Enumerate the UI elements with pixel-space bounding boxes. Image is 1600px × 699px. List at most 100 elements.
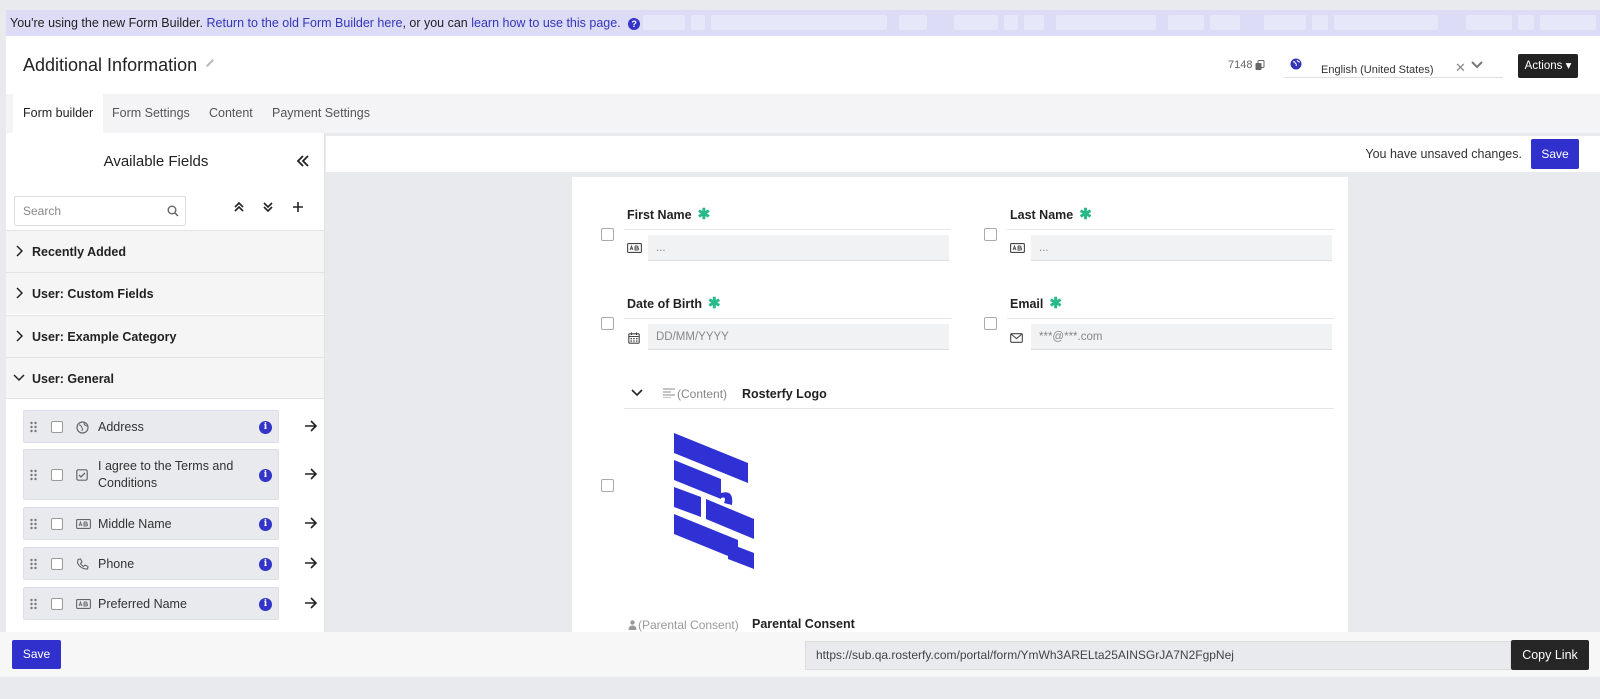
select-content-block-checkbox[interactable] <box>601 479 614 492</box>
add-to-form-arrow-icon[interactable] <box>304 468 318 480</box>
drag-handle-icon[interactable] <box>30 469 37 481</box>
tab-payment-settings[interactable]: Payment Settings <box>262 94 380 133</box>
banner-placeholder <box>1056 15 1156 30</box>
form-id-value: 7148 <box>1228 59 1253 71</box>
form-id[interactable]: 7148 <box>1228 59 1265 71</box>
email-input[interactable]: ***@***.com <box>1031 324 1332 350</box>
add-to-form-arrow-icon[interactable] <box>304 597 318 609</box>
consent-type-label: (Parental Consent) <box>638 618 739 632</box>
category-general[interactable]: User: General <box>6 357 324 399</box>
envelope-icon <box>1010 333 1023 343</box>
field-checkbox[interactable] <box>51 421 63 433</box>
field-checkbox[interactable] <box>51 469 63 481</box>
form-link-field[interactable]: https://sub.qa.rosterfy.com/portal/form/… <box>805 641 1511 670</box>
search-input[interactable] <box>23 197 163 225</box>
copy-link-button[interactable]: Copy Link <box>1511 640 1589 670</box>
tab-bar: Form builder Form Settings Content Payme… <box>6 94 1600 133</box>
copy-id-icon[interactable] <box>1255 59 1265 71</box>
globe-icon <box>1290 58 1302 70</box>
banner-placeholder <box>643 15 685 30</box>
select-last-name-checkbox[interactable] <box>984 228 997 241</box>
add-field-icon[interactable] <box>292 201 304 213</box>
banner-placeholder <box>1540 15 1596 30</box>
select-email-checkbox[interactable] <box>984 317 997 330</box>
required-icon: ✱ <box>1079 206 1092 223</box>
globe-icon <box>76 421 89 434</box>
info-icon[interactable]: i <box>259 421 272 434</box>
chevron-down-icon[interactable] <box>631 389 643 397</box>
consent-block-name: Parental Consent <box>752 617 855 631</box>
banner-text: You're using the new Form Builder. <box>10 16 204 30</box>
category-label: User: Custom Fields <box>32 287 154 301</box>
save-button-bottom[interactable]: Save <box>12 640 61 669</box>
banner-placeholder <box>1312 15 1328 30</box>
unsaved-changes-text: You have unsaved changes. <box>1365 147 1522 161</box>
drag-handle-icon[interactable] <box>30 421 37 433</box>
last-name-label: Last Name ✱ <box>1010 205 1092 223</box>
field-checkbox[interactable] <box>51 598 63 610</box>
collapse-all-icon[interactable] <box>233 201 245 213</box>
info-icon[interactable]: i <box>259 558 272 571</box>
field-label: Phone <box>98 557 135 571</box>
category-example-category[interactable]: User: Example Category <box>6 315 324 357</box>
banner-placeholder <box>1210 15 1240 30</box>
date-of-birth-input[interactable]: DD/MM/YYYY <box>648 324 949 350</box>
content-block-name: Rosterfy Logo <box>742 387 827 401</box>
help-icon[interactable]: ? <box>628 17 641 30</box>
rosterfy-logo <box>672 433 757 569</box>
field-middle-name[interactable]: Middle Name i <box>23 507 279 540</box>
edit-title-icon[interactable] <box>204 57 216 69</box>
date-of-birth-label-text: Date of Birth <box>627 297 702 311</box>
category-custom-fields[interactable]: User: Custom Fields <box>6 272 324 314</box>
select-first-name-checkbox[interactable] <box>601 228 614 241</box>
first-name-label-text: First Name <box>627 208 692 222</box>
expand-all-icon[interactable] <box>262 201 274 213</box>
calendar-icon <box>628 332 640 344</box>
learn-how-link[interactable]: learn how to use this page. <box>471 16 620 30</box>
actions-button[interactable]: Actions ▾ <box>1518 54 1578 78</box>
form-canvas: First Name ✱ ... Last Name ✱ ... Date of B… <box>572 177 1348 632</box>
info-icon[interactable]: i <box>259 469 272 482</box>
chevron-right-icon <box>15 287 23 299</box>
collapse-sidebar-icon[interactable] <box>296 154 310 168</box>
tab-form-builder[interactable]: Form builder <box>13 94 104 133</box>
search-icon[interactable] <box>167 205 179 217</box>
clear-language-icon[interactable]: ✕ <box>1455 60 1466 76</box>
search-box <box>14 196 186 226</box>
save-button[interactable]: Save <box>1531 139 1579 169</box>
category-recently-added[interactable]: Recently Added <box>6 230 324 272</box>
category-label: User: Example Category <box>32 330 177 344</box>
field-label: Address <box>98 420 144 434</box>
field-address[interactable]: Address i <box>23 410 279 443</box>
language-select[interactable]: English (United States) ✕ <box>1285 54 1503 78</box>
banner-placeholder <box>1004 15 1018 30</box>
tab-form-settings[interactable]: Form Settings <box>102 94 200 133</box>
old-form-builder-link[interactable]: Return to the old Form Builder here <box>207 16 403 30</box>
select-date-of-birth-checkbox[interactable] <box>601 317 614 330</box>
info-icon[interactable]: i <box>259 518 272 531</box>
add-to-form-arrow-icon[interactable] <box>304 557 318 569</box>
text-field-icon <box>76 519 91 529</box>
drag-handle-icon[interactable] <box>30 598 37 610</box>
field-checkbox[interactable] <box>51 518 63 530</box>
field-terms-and-conditions[interactable]: I agree to the Terms and Conditions i <box>23 449 279 500</box>
language-value: English (United States) <box>1321 64 1434 76</box>
chevron-down-icon[interactable] <box>1471 61 1483 69</box>
text-field-icon <box>76 599 91 609</box>
field-phone[interactable]: Phone i <box>23 547 279 580</box>
field-preferred-name[interactable]: Preferred Name i <box>23 587 279 620</box>
field-checkbox[interactable] <box>51 558 63 570</box>
info-banner: You're using the new Form Builder. Retur… <box>6 10 1600 36</box>
last-name-input[interactable]: ... <box>1031 235 1332 261</box>
field-label: Middle Name <box>98 517 172 531</box>
add-to-form-arrow-icon[interactable] <box>304 420 318 432</box>
add-to-form-arrow-icon[interactable] <box>304 517 318 529</box>
first-name-input[interactable]: ... <box>648 235 949 261</box>
page-header: Additional Information 7148 English (Uni… <box>6 36 1600 94</box>
info-icon[interactable]: i <box>259 598 272 611</box>
chevron-right-icon <box>15 330 23 342</box>
drag-handle-icon[interactable] <box>30 558 37 570</box>
banner-placeholder <box>899 15 927 30</box>
tab-content[interactable]: Content <box>199 94 263 133</box>
drag-handle-icon[interactable] <box>30 518 37 530</box>
